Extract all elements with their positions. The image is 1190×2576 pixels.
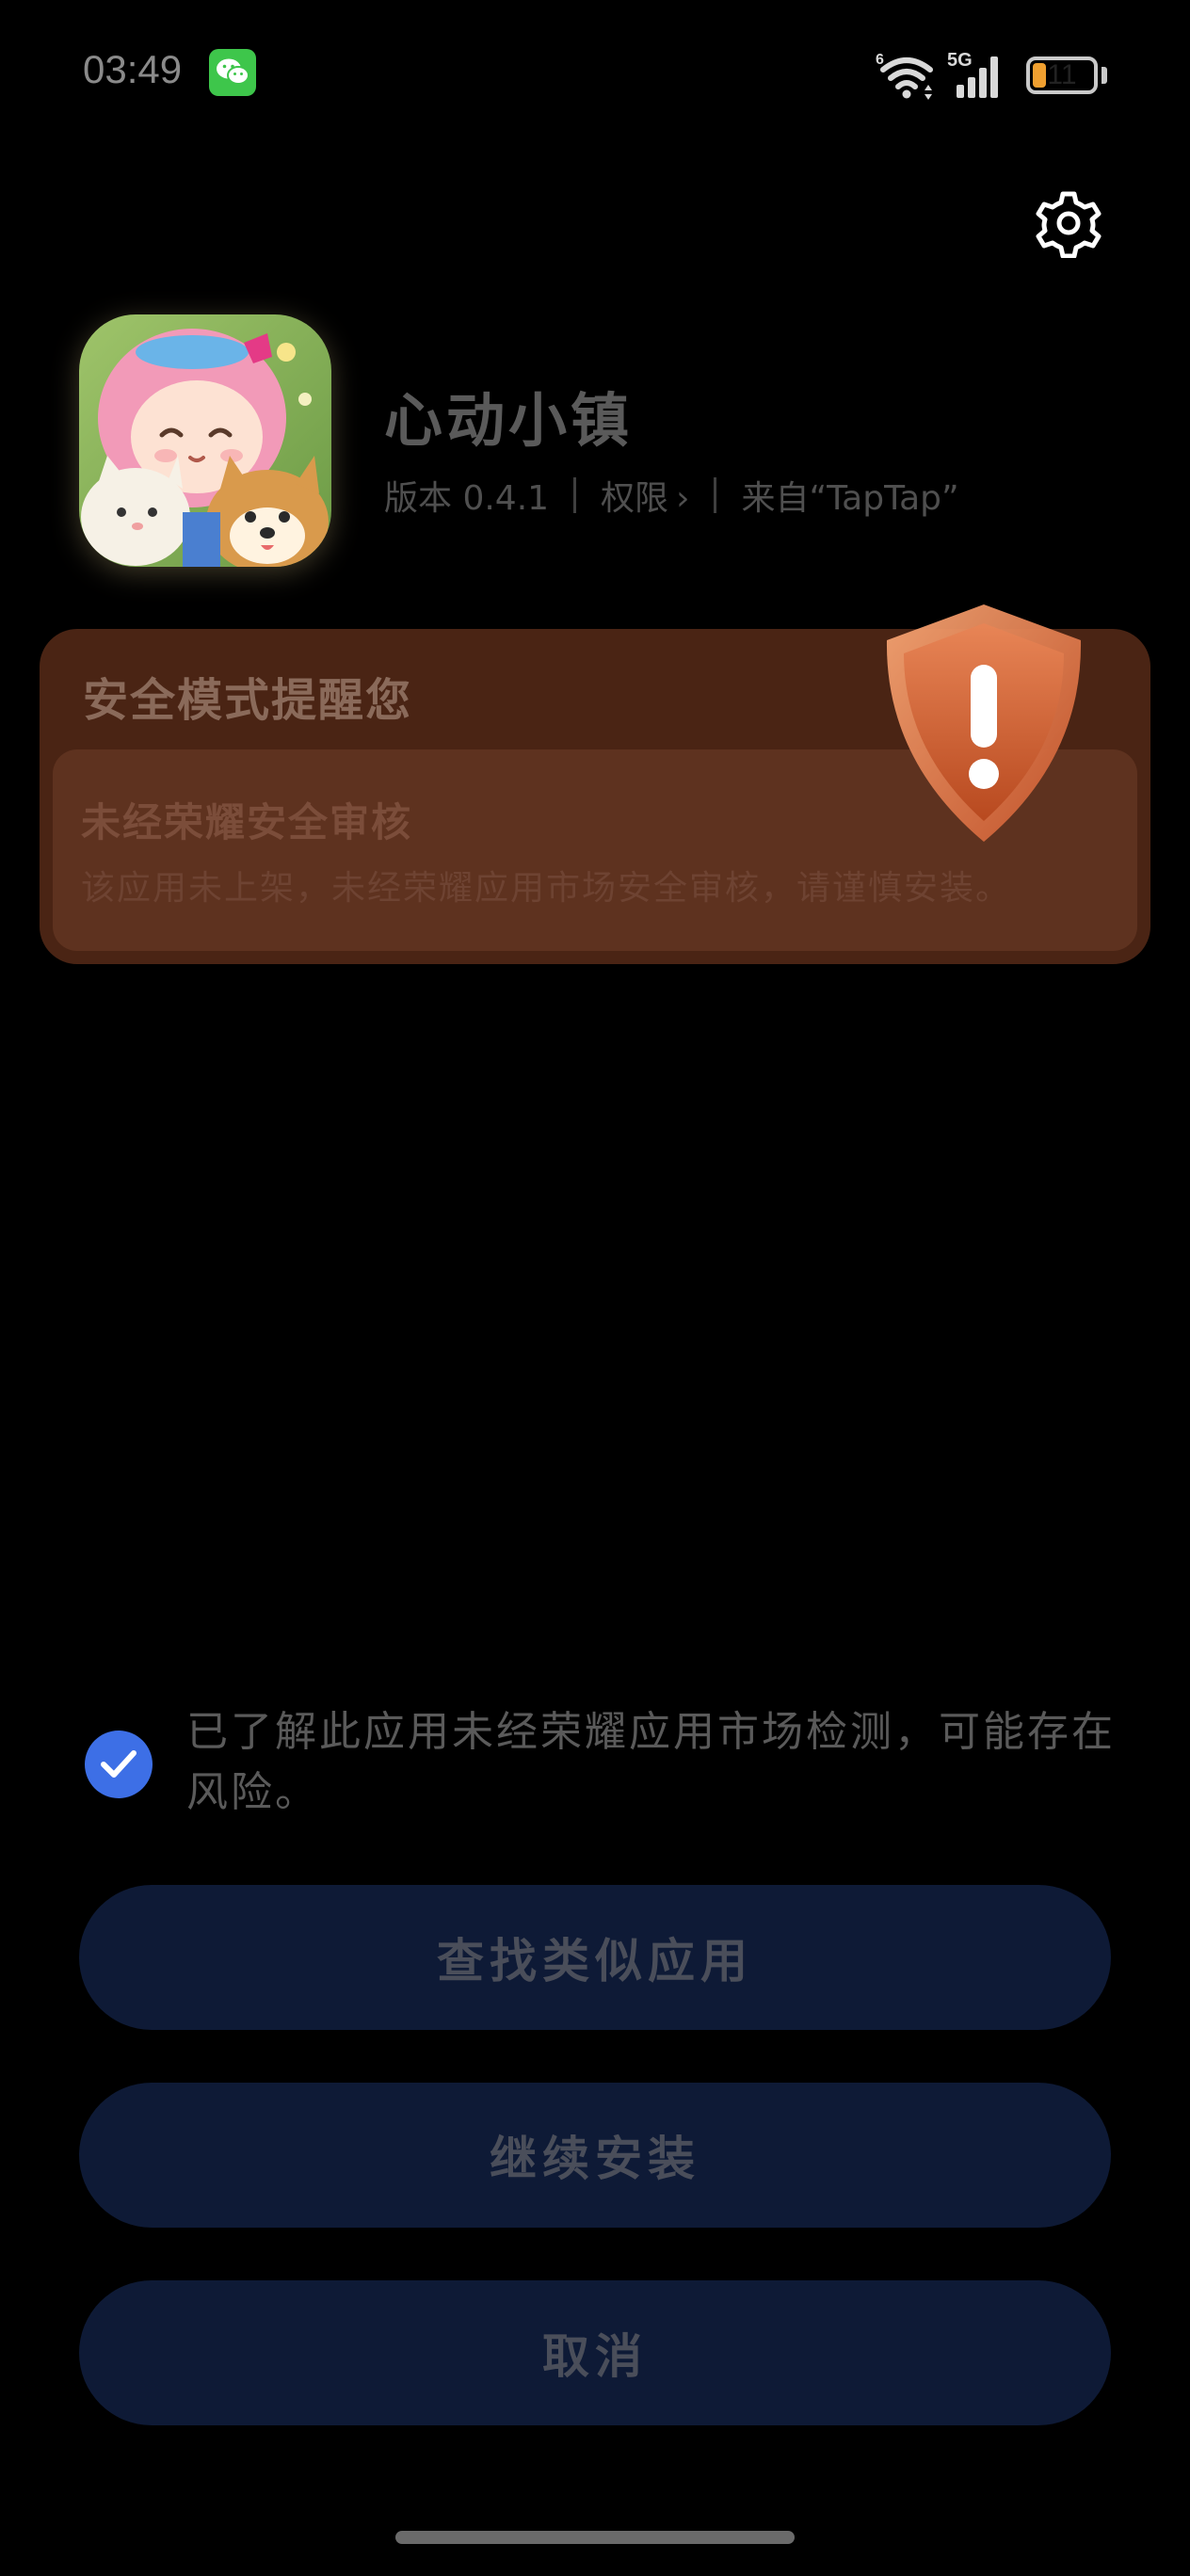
cellular-signal-icon: 5G bbox=[945, 49, 1011, 102]
settings-gear-icon[interactable] bbox=[1034, 188, 1103, 259]
permissions-label: 权限 bbox=[601, 479, 669, 518]
wifi-icon: 6 bbox=[876, 49, 938, 105]
warning-subtitle: 未经荣耀安全审核 bbox=[81, 799, 413, 845]
status-time: 03:49 bbox=[83, 47, 183, 91]
consent-text: 已了解此应用未经荣耀应用市场检测，可能存在风险。 bbox=[186, 1708, 1116, 1816]
meta-divider bbox=[714, 477, 717, 513]
battery-level: 11 bbox=[1047, 59, 1077, 90]
app-meta: 版本 0.4.1 权限 › 来自“TapTap” bbox=[384, 471, 959, 520]
meta-divider bbox=[573, 477, 577, 513]
warning-shield-icon bbox=[876, 599, 1092, 851]
permissions-link[interactable]: 权限 › bbox=[601, 471, 689, 520]
install-safety-screen: 03:49 6 5G 11 心动小镇 版本 0.4.1 权限 › 来自“TapT… bbox=[0, 0, 1190, 2576]
warning-title: 安全模式提醒您 bbox=[83, 674, 413, 727]
battery-icon: 11 bbox=[1026, 56, 1098, 94]
wifi-label: 6 bbox=[876, 52, 884, 68]
warning-description: 该应用未上架，未经荣耀应用市场安全审核，请谨慎安装。 bbox=[81, 869, 1012, 908]
cancel-button[interactable]: 取消 bbox=[79, 2280, 1111, 2425]
app-version: 版本 0.4.1 bbox=[384, 479, 550, 518]
wechat-icon bbox=[209, 49, 256, 96]
app-icon bbox=[79, 314, 331, 567]
status-bar: 03:49 6 5G 11 bbox=[0, 0, 1190, 151]
app-name: 心动小镇 bbox=[384, 386, 634, 455]
chevron-right-icon: › bbox=[676, 479, 690, 518]
home-indicator[interactable] bbox=[395, 2531, 795, 2544]
app-source: 来自“TapTap” bbox=[741, 479, 959, 518]
battery-nub bbox=[1102, 67, 1107, 84]
find-similar-apps-button[interactable]: 查找类似应用 bbox=[79, 1885, 1111, 2030]
network-type-label: 5G bbox=[947, 50, 973, 71]
continue-install-button[interactable]: 继续安装 bbox=[79, 2083, 1111, 2228]
consent-checkbox[interactable] bbox=[85, 1731, 153, 1798]
